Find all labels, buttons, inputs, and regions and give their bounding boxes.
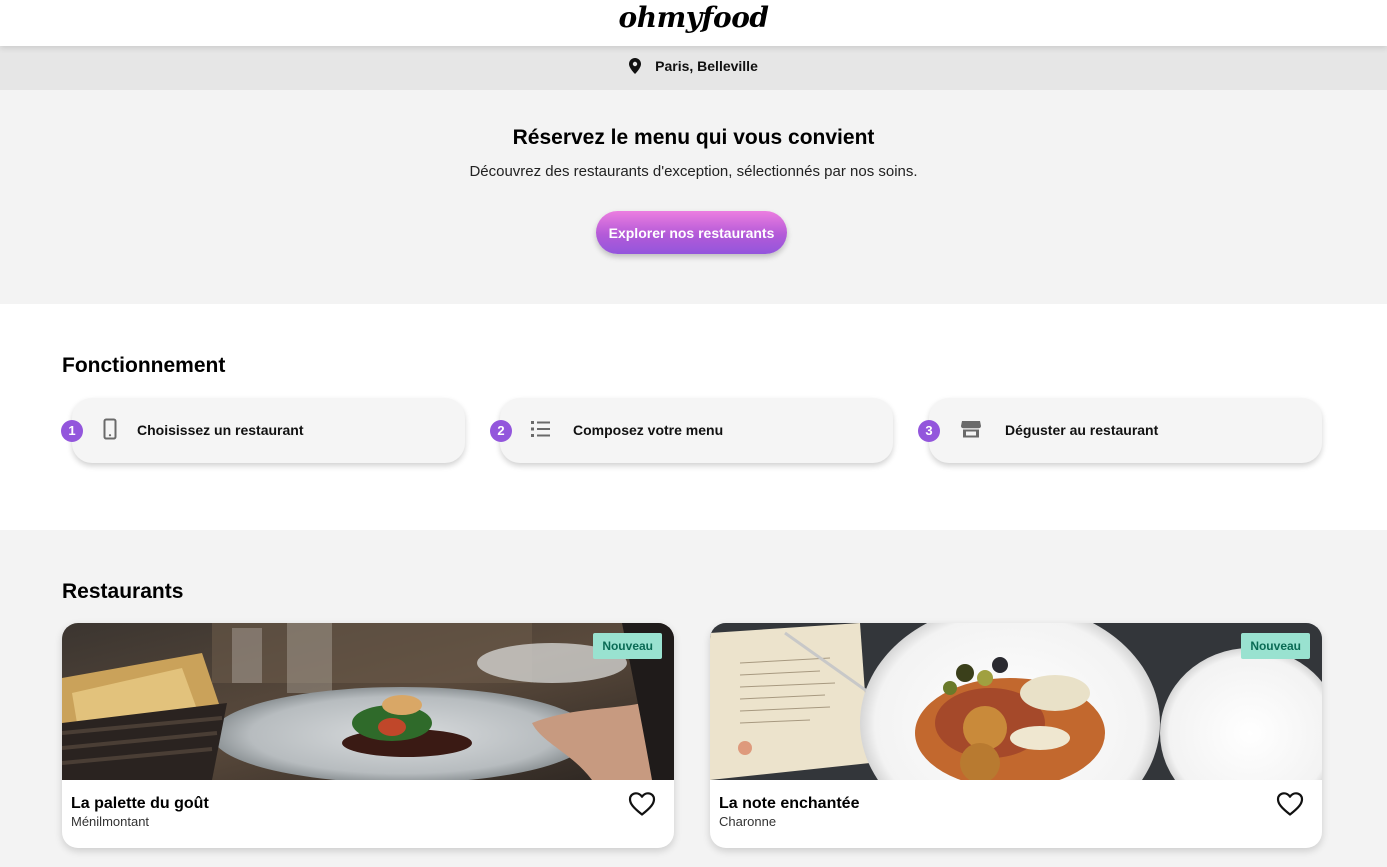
step-card-taste[interactable]: Déguster au restaurant [929, 398, 1322, 463]
location-bar: Paris, Belleville [0, 46, 1387, 90]
restaurant-photo: Nouveau [710, 623, 1322, 780]
restaurant-photo: Nouveau [62, 623, 674, 780]
section-title-how: Fonctionnement [62, 354, 226, 377]
smartphone-icon [98, 417, 122, 441]
new-badge: Nouveau [1241, 633, 1310, 659]
step-label: Composez votre menu [573, 422, 724, 438]
hero-title: Réservez le menu qui vous convient [512, 126, 875, 149]
step-label: Déguster au restaurant [1005, 422, 1159, 438]
step-label: Choisissez un restaurant [137, 422, 304, 438]
step-card-choose[interactable]: Choisissez un restaurant [72, 398, 465, 463]
step-number: 1 [61, 420, 83, 442]
restaurant-area: Ménilmontant [71, 814, 150, 829]
heart-icon[interactable] [1276, 791, 1304, 817]
restaurant-name: La note enchantée [719, 795, 860, 812]
hero-subtitle: Découvrez des restaurants d'exception, s… [469, 163, 918, 180]
location-label: Paris, Belleville [655, 58, 758, 74]
restaurant-card[interactable]: Nouveau La palette du goût Ménilmontant [62, 623, 674, 848]
restaurants-section: Restaurants Nouveau La palette du goût M… [0, 530, 1387, 867]
map-pin-icon [629, 58, 642, 74]
heart-icon[interactable] [628, 791, 656, 817]
step-number: 3 [918, 420, 940, 442]
list-icon [529, 417, 553, 441]
new-badge: Nouveau [593, 633, 662, 659]
site-header: ohmyfood [0, 0, 1387, 46]
explore-restaurants-button[interactable]: Explorer nos restaurants [596, 211, 787, 254]
restaurant-card[interactable]: Nouveau La note enchantée Charonne [710, 623, 1322, 848]
store-icon [959, 417, 983, 441]
section-title-restaurants: Restaurants [62, 580, 184, 603]
location-selector[interactable]: Paris, Belleville [0, 58, 1387, 74]
step-number: 2 [490, 420, 512, 442]
step-card-compose[interactable]: Composez votre menu [500, 398, 893, 463]
logo[interactable]: ohmyfood [0, 1, 1387, 34]
how-it-works-section: Fonctionnement 1 Choisissez un restauran… [0, 304, 1387, 530]
restaurant-area: Charonne [719, 814, 777, 829]
hero-section: Réservez le menu qui vous convient Décou… [0, 90, 1387, 304]
restaurant-name: La palette du goût [71, 795, 209, 812]
